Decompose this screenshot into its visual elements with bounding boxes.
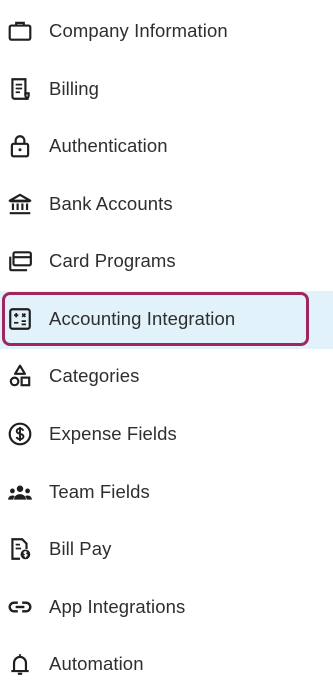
lock-icon <box>6 132 34 160</box>
sidebar-item-billing[interactable]: Billing <box>0 63 333 115</box>
sidebar-item-label: Billing <box>49 78 100 99</box>
cards-icon <box>6 247 34 275</box>
sidebar-item-authentication[interactable]: Authentication <box>0 120 333 172</box>
sidebar-item-label: Accounting Integration <box>49 308 236 329</box>
receipt-icon <box>6 75 34 103</box>
sidebar-item-label: Automation <box>49 653 144 674</box>
sidebar-item-card-programs[interactable]: Card Programs <box>0 235 333 287</box>
sidebar-item-label: Expense Fields <box>49 423 177 444</box>
bell-icon <box>6 650 34 678</box>
sidebar-item-bank-accounts[interactable]: Bank Accounts <box>0 178 333 230</box>
sidebar-item-company-information[interactable]: Company Information <box>0 5 333 57</box>
sidebar-item-label: Bank Accounts <box>49 193 173 214</box>
sidebar-item-label: Authentication <box>49 135 168 156</box>
sidebar-item-categories[interactable]: Categories <box>0 350 333 402</box>
link-icon <box>6 593 34 621</box>
bank-icon <box>6 190 34 218</box>
calculator-icon <box>6 305 34 333</box>
sidebar-item-expense-fields[interactable]: Expense Fields <box>0 408 333 460</box>
briefcase-icon <box>6 17 34 45</box>
sidebar-item-label: Bill Pay <box>49 538 112 559</box>
bill-icon <box>6 535 34 563</box>
sidebar-item-label: Team Fields <box>49 481 150 502</box>
dollar-circle-icon <box>6 420 34 448</box>
team-icon <box>6 478 34 506</box>
shapes-icon <box>6 362 34 390</box>
settings-sidebar: Company Information Billing Authenticati… <box>0 0 333 690</box>
sidebar-item-accounting-integration[interactable]: Accounting Integration <box>0 293 333 345</box>
sidebar-item-bill-pay[interactable]: Bill Pay <box>0 523 333 575</box>
sidebar-item-label: App Integrations <box>49 596 186 617</box>
sidebar-item-team-fields[interactable]: Team Fields <box>0 466 333 518</box>
sidebar-item-app-integrations[interactable]: App Integrations <box>0 581 333 633</box>
sidebar-item-label: Card Programs <box>49 250 176 271</box>
sidebar-item-label: Company Information <box>49 20 228 41</box>
sidebar-item-automation[interactable]: Automation <box>0 638 333 690</box>
sidebar-item-label: Categories <box>49 365 140 386</box>
